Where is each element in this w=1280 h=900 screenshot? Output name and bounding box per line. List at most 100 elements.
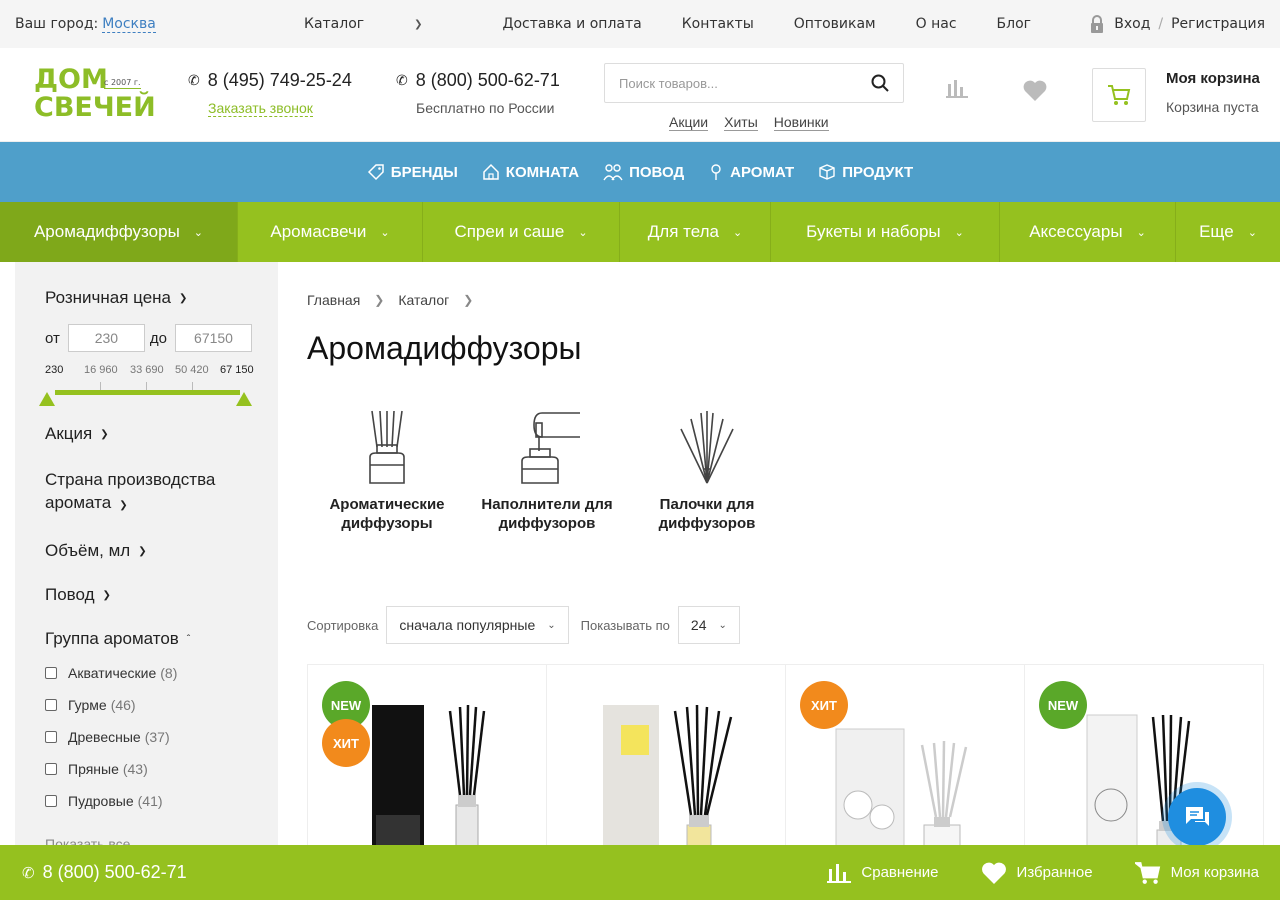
subcategory-sticks[interactable]: Палочки для диффузоров (627, 409, 787, 533)
breadcrumb-catalog[interactable]: Каталог (398, 292, 449, 308)
checkbox[interactable] (45, 795, 57, 807)
aroma-group-option[interactable]: Пряные (43) (45, 753, 278, 785)
option-label: Акватические (68, 665, 157, 681)
cart-status: Корзина пуста (1166, 99, 1259, 115)
slider-handle-max[interactable] (236, 392, 252, 406)
topnav-contacts[interactable]: Контакты (682, 16, 754, 32)
top-bar: Ваш город: Москва Каталог ❯ Доставка и оп… (0, 0, 1280, 48)
bottom-favorites-label: Избранное (1016, 864, 1093, 881)
topnav-blog[interactable]: Блог (997, 16, 1031, 32)
search-icon[interactable] (871, 74, 889, 92)
filter-occasion-toggle[interactable]: Повод ❯ (45, 585, 278, 605)
quick-links: Акции Хиты Новинки (669, 114, 845, 131)
product-image (603, 704, 733, 863)
slider-track[interactable] (55, 390, 240, 395)
sort-value: сначала популярные (399, 617, 536, 633)
cart-info[interactable]: Моя корзина Корзина пуста (1166, 70, 1260, 115)
cart-button[interactable] (1092, 68, 1146, 122)
page-size-label: Показывать по (580, 617, 670, 633)
bottom-cart[interactable]: Моя корзина (1134, 861, 1259, 885)
product-card[interactable]: ХИТ (785, 664, 1025, 864)
product-card[interactable]: NEW ХИТ (307, 664, 547, 864)
bottom-cart-label: Моя корзина (1170, 864, 1259, 881)
reed-sticks-icon (680, 411, 734, 484)
compare-icon (827, 863, 852, 883)
search-input[interactable] (619, 75, 871, 91)
register-link[interactable]: Регистрация (1171, 16, 1265, 32)
filter-nav-room-label: КОМНАТА (505, 163, 580, 181)
filter-price-toggle[interactable]: Розничная цена ❯ (45, 288, 278, 308)
price-from-input[interactable] (67, 324, 145, 352)
chevron-down-icon: ⌄ (954, 226, 964, 239)
category-body[interactable]: Для тела ⌄ (620, 202, 771, 262)
topnav-delivery[interactable]: Доставка и оплата (503, 16, 642, 32)
chevron-down-icon: ❯ (179, 292, 188, 304)
login-link[interactable]: Вход (1114, 16, 1150, 32)
quicklink-new[interactable]: Новинки (773, 114, 829, 131)
aroma-group-option[interactable]: Акватические (8) (45, 657, 278, 689)
chevron-down-icon: ⌄ (193, 226, 204, 239)
filter-title: Страна производства аромата (45, 470, 216, 512)
phone-block-moscow: ✆ 8 (495) 749-25-24 Заказать звонок (188, 70, 352, 117)
category-candles[interactable]: Аромасвечи ⌄ (238, 202, 423, 262)
price-to-input[interactable] (175, 324, 252, 352)
filter-sale-toggle[interactable]: Акция ❯ (45, 424, 278, 444)
filter-nav-room[interactable]: КОМНАТА (482, 163, 579, 181)
callback-link[interactable]: Заказать звонок (208, 100, 313, 117)
house-icon (483, 163, 499, 180)
checkbox[interactable] (45, 763, 57, 775)
category-accessories[interactable]: Аксессуары ⌄ (1000, 202, 1176, 262)
checkbox[interactable] (45, 699, 57, 711)
page-size-select[interactable]: 24 ⌄ (677, 606, 740, 644)
category-sprays[interactable]: Спреи и саше ⌄ (423, 202, 620, 262)
slider-handle-min[interactable] (39, 392, 55, 406)
category-bouquets[interactable]: Букеты и наборы ⌄ (771, 202, 1000, 262)
aroma-group-option[interactable]: Пудровые (41) (45, 785, 278, 817)
subcategory-label: Наполнители для диффузоров (481, 496, 613, 532)
heart-icon[interactable] (1023, 80, 1047, 101)
filter-nav-occasion[interactable]: ПОВОД (603, 163, 684, 181)
phone-icon: ✆ (396, 72, 408, 88)
filter-country-toggle[interactable]: Страна производства аромата ❯ (45, 468, 235, 517)
subcategory-refills[interactable]: Наполнители для диффузоров (467, 409, 627, 533)
compare-icon[interactable] (946, 78, 968, 98)
subcategory-diffusers[interactable]: Ароматические диффузоры (307, 409, 467, 533)
topnav-wholesale[interactable]: Оптовикам (794, 16, 876, 32)
filter-nav-occasion-label: ПОВОД (629, 163, 685, 181)
checkbox[interactable] (45, 667, 57, 679)
aroma-group-option[interactable]: Древесные (37) (45, 721, 278, 753)
filter-nav-aroma[interactable]: АРОМАТ (708, 163, 794, 181)
sort-select[interactable]: сначала популярные ⌄ (386, 606, 569, 644)
chat-button[interactable] (1168, 788, 1226, 846)
phone-free[interactable]: 8 (800) 500-62-71 (416, 70, 560, 91)
product-card[interactable]: NEW (1024, 664, 1264, 864)
logo-line-2: СВЕЧЕЙ (34, 92, 156, 123)
chevron-down-icon: ❯ (102, 589, 111, 601)
checkbox[interactable] (45, 731, 57, 743)
phone-moscow[interactable]: 8 (495) 749-25-24 (208, 70, 352, 91)
filter-nav-brands-label: БРЕНДЫ (390, 163, 458, 181)
option-label: Пряные (68, 761, 119, 777)
category-diffusers[interactable]: Аромадиффузоры ⌄ (0, 202, 238, 262)
aroma-group-option[interactable]: Гурме (46) (45, 689, 278, 721)
filter-aroma-group-toggle[interactable]: Группа ароматов ˆ (45, 629, 278, 649)
chevron-down-icon: ⌄ (578, 226, 588, 239)
topnav-about[interactable]: О нас (916, 16, 957, 32)
quicklink-hits[interactable]: Хиты (724, 114, 758, 131)
product-card[interactable] (546, 664, 786, 864)
bottom-compare[interactable]: Сравнение (827, 861, 939, 885)
filter-volume-toggle[interactable]: Объём, мл ❯ (45, 541, 278, 561)
bottom-phone[interactable]: ✆ 8 (800) 500-62-71 (22, 862, 187, 883)
breadcrumb-home[interactable]: Главная (307, 292, 360, 308)
topnav-catalog[interactable]: Каталог ❯ (304, 16, 463, 32)
filter-nav-brands[interactable]: БРЕНДЫ (367, 163, 458, 181)
filter-nav-product[interactable]: ПРОДУКТ (818, 163, 913, 181)
quicklink-sales[interactable]: Акции (669, 114, 709, 131)
category-more[interactable]: Еще ⌄ (1176, 202, 1280, 262)
logo[interactable]: ДОМ СВЕЧЕЙ с 2007 г. (34, 66, 156, 123)
bottom-favorites[interactable]: Избранное (981, 861, 1093, 885)
auth-links: Вход / Регистрация (1090, 0, 1265, 48)
city-link[interactable]: Москва (102, 16, 156, 33)
chevron-down-icon: ❯ (100, 428, 109, 440)
filter-nav-aroma-label: АРОМАТ (730, 163, 795, 181)
